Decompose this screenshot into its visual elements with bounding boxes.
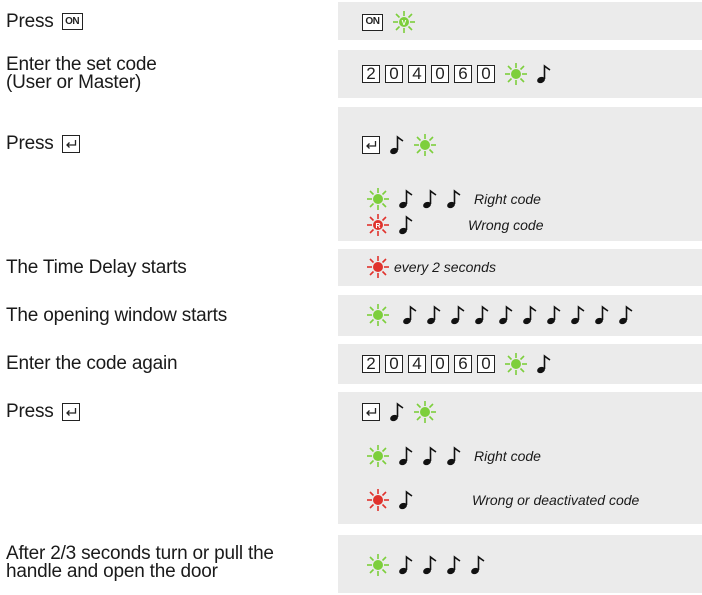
step-label: After 2/3 seconds turn or pull the handl… xyxy=(6,543,274,582)
beep-note-icon xyxy=(423,189,437,209)
step-label: Enter the code again xyxy=(6,353,178,374)
beep-note-icon xyxy=(423,446,437,466)
svg-text:R: R xyxy=(375,223,380,230)
step-display: every 2 seconds xyxy=(362,255,496,279)
beep-note-icon xyxy=(571,305,585,325)
beep-note-icon xyxy=(399,189,413,209)
right-code-caption: Right code xyxy=(474,191,541,207)
beep-note-icon xyxy=(547,305,561,325)
step-open-door: After 2/3 seconds turn or pull the handl… xyxy=(0,535,702,593)
red-led-icon xyxy=(367,256,389,278)
step-enter-code: Enter the set code (User or Master) 2 0 … xyxy=(0,50,702,98)
digit-key: 0 xyxy=(385,65,403,83)
step-display xyxy=(362,133,441,157)
step-display: 2 0 4 0 6 0 xyxy=(362,352,556,376)
digit-key: 0 xyxy=(477,355,495,373)
enter-key-icon xyxy=(362,403,380,421)
step-press-enter-again: Press Right code Wrong or deactivated co… xyxy=(0,392,702,524)
beep-note-icon xyxy=(523,305,537,325)
step-label: The Time Delay starts xyxy=(6,257,187,278)
right-code-caption: Right code xyxy=(474,448,541,464)
enter-key-icon xyxy=(61,134,80,153)
beep-note-icon xyxy=(447,189,461,209)
wrong-code-row: R Wrong code xyxy=(362,213,543,237)
step-label: Press xyxy=(6,134,80,153)
beep-note-icon xyxy=(447,446,461,466)
right-code-row: Right code xyxy=(362,444,541,468)
step-opening-window: The opening window starts xyxy=(0,295,702,336)
step-label: Press ON xyxy=(6,12,83,31)
step-display xyxy=(362,303,638,327)
green-led-icon xyxy=(367,554,389,576)
green-led-icon xyxy=(505,63,527,85)
digit-key: 4 xyxy=(408,355,426,373)
red-led-icon: R xyxy=(367,214,389,236)
enter-key-icon xyxy=(362,136,380,154)
digit-key: 0 xyxy=(431,65,449,83)
green-led-icon xyxy=(367,304,389,326)
green-led-icon xyxy=(414,401,436,423)
wrong-code-caption: Wrong code xyxy=(468,217,544,233)
beep-note-icon xyxy=(537,64,551,84)
beep-note-icon xyxy=(399,215,413,235)
step-display: ON V xyxy=(362,10,420,34)
step-press-enter: Press xyxy=(0,107,702,183)
beep-note-icon xyxy=(390,402,404,422)
wrong-code-caption: Wrong or deactivated code xyxy=(472,492,640,508)
beep-note-icon xyxy=(427,305,441,325)
step-time-delay: The Time Delay starts every 2 seconds xyxy=(0,249,702,286)
step-display: 2 0 4 0 6 0 xyxy=(362,62,556,86)
step-label: The opening window starts xyxy=(6,305,228,326)
svg-text:V: V xyxy=(402,20,407,27)
digit-key: 6 xyxy=(454,355,472,373)
green-led-icon xyxy=(505,353,527,375)
beep-note-icon xyxy=(399,490,413,510)
right-code-row: Right code xyxy=(362,187,541,211)
digit-key: 4 xyxy=(408,65,426,83)
wrong-code-row: Wrong or deactivated code xyxy=(362,488,639,512)
beep-note-icon xyxy=(390,135,404,155)
step-enter-code-again: Enter the code again 2 0 4 0 6 0 xyxy=(0,344,702,384)
step-display xyxy=(362,400,441,424)
beep-note-icon xyxy=(619,305,633,325)
on-key: ON xyxy=(362,13,383,31)
red-led-icon xyxy=(367,489,389,511)
digit-key: 0 xyxy=(385,355,403,373)
beep-note-icon xyxy=(595,305,609,325)
beep-note-icon xyxy=(499,305,513,325)
digit-key: 0 xyxy=(431,355,449,373)
digit-key: 0 xyxy=(477,65,495,83)
beep-note-icon xyxy=(403,305,417,325)
beep-note-icon xyxy=(475,305,489,325)
beep-note-icon xyxy=(399,555,413,575)
green-led-icon xyxy=(367,188,389,210)
beep-note-icon xyxy=(537,354,551,374)
step-label: Enter the set code (User or Master) xyxy=(6,54,157,93)
digit-key: 2 xyxy=(362,355,380,373)
enter-key-icon xyxy=(61,402,80,421)
on-key: ON xyxy=(61,13,83,30)
digit-key: 2 xyxy=(362,65,380,83)
step-result: Right code R Wrong code xyxy=(0,183,702,241)
beep-note-icon xyxy=(471,555,485,575)
step-press-on: Press ON ON V xyxy=(0,2,702,40)
green-led-icon: V xyxy=(393,11,415,33)
beep-note-icon xyxy=(423,555,437,575)
green-led-icon xyxy=(367,445,389,467)
digit-key: 6 xyxy=(454,65,472,83)
step-display xyxy=(362,553,490,577)
beep-note-icon xyxy=(451,305,465,325)
green-led-icon xyxy=(414,134,436,156)
beep-note-icon xyxy=(447,555,461,575)
time-delay-caption: every 2 seconds xyxy=(394,259,496,275)
step-label: Press xyxy=(6,402,80,421)
beep-note-icon xyxy=(399,446,413,466)
